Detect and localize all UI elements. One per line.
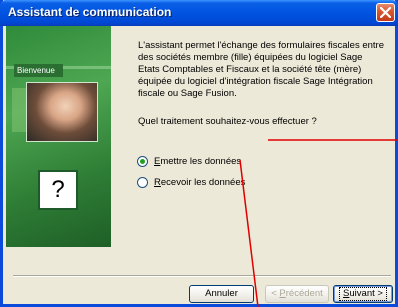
option-send-label[interactable]: Emettre les données bbox=[154, 155, 241, 169]
footer-separator bbox=[13, 275, 391, 277]
question-mark-icon: ? bbox=[51, 176, 65, 203]
description-text: L'assistant permet l'échange des formula… bbox=[138, 40, 384, 99]
question-label: Quel traitement souhaitez-vous effectuer… bbox=[138, 116, 317, 127]
previous-button[interactable]: < Précédent bbox=[265, 285, 329, 303]
radio-button-checked[interactable] bbox=[137, 156, 148, 167]
next-button[interactable]: Suivant > bbox=[333, 285, 393, 303]
close-icon bbox=[380, 7, 391, 18]
option-receive-label[interactable]: Recevoir les données bbox=[154, 176, 245, 190]
help-box: ? bbox=[38, 170, 78, 210]
banner-photo bbox=[26, 82, 98, 142]
side-banner: Bienvenue ? bbox=[6, 26, 111, 247]
cancel-button[interactable]: Annuler bbox=[189, 285, 254, 303]
close-button[interactable] bbox=[376, 3, 395, 22]
welcome-label: Bienvenue bbox=[14, 64, 63, 77]
radio-button-unchecked[interactable] bbox=[137, 177, 148, 188]
window-title: Assistant de communication bbox=[8, 5, 172, 19]
radio-dot-icon bbox=[140, 159, 145, 164]
wizard-window: Assistant de communication Bienvenue ? L… bbox=[0, 0, 398, 307]
title-bar[interactable]: Assistant de communication bbox=[0, 0, 398, 26]
